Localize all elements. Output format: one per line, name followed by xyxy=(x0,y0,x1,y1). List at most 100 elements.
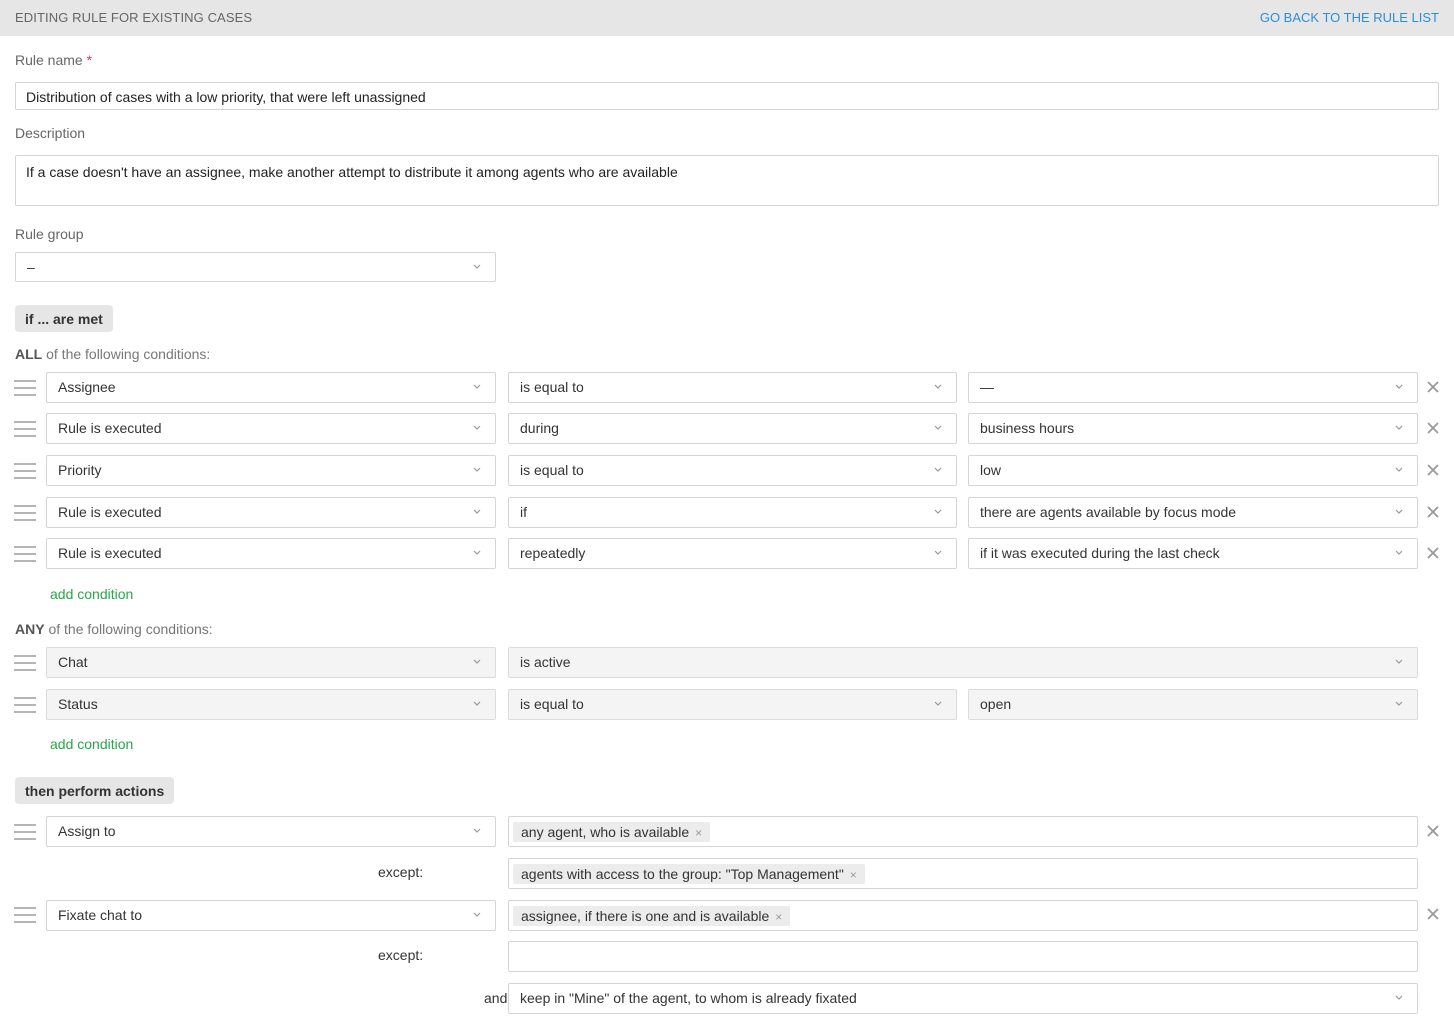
all-condition-value-select[interactable]: if it was executed during the last check xyxy=(968,538,1418,569)
fixate-chat-and-select[interactable]: keep in "Mine" of the agent, to whom is … xyxy=(508,983,1418,1014)
drag-handle-icon[interactable] xyxy=(14,505,36,523)
tag-remove-icon[interactable]: × xyxy=(775,910,782,924)
drag-handle-icon[interactable] xyxy=(14,655,36,673)
all-condition-operator-value: if xyxy=(520,504,527,520)
rule-name-input[interactable]: Distribution of cases with a low priorit… xyxy=(15,82,1439,110)
rule-name-value: Distribution of cases with a low priorit… xyxy=(26,89,426,105)
and-label: and xyxy=(484,990,508,1006)
drag-handle-icon[interactable] xyxy=(14,380,36,398)
any-condition-field-value: Chat xyxy=(58,654,88,670)
all-condition-operator-select[interactable]: repeatedly xyxy=(508,538,957,569)
add-condition-any-button[interactable]: add condition xyxy=(50,736,133,752)
all-condition-operator-select[interactable]: is equal to xyxy=(508,372,957,403)
any-condition-operator-value: is active xyxy=(520,654,571,670)
fixate-chat-tag-text: assignee, if there is one and is availab… xyxy=(521,908,770,924)
close-icon[interactable] xyxy=(1427,907,1441,921)
all-condition-value-select[interactable]: low xyxy=(968,455,1418,486)
any-condition-value-select[interactable]: open xyxy=(968,689,1418,720)
chevron-down-icon xyxy=(932,420,944,434)
rule-group-select[interactable]: – xyxy=(15,252,496,282)
all-condition-operator-select[interactable]: is equal to xyxy=(508,455,957,486)
all-condition-value: business hours xyxy=(980,420,1075,436)
all-condition-field-select[interactable]: Rule is executed xyxy=(46,413,496,444)
all-condition-operator-select[interactable]: if xyxy=(508,497,957,528)
except-tag-text: agents with access to the group: "Top Ma… xyxy=(521,866,844,882)
drag-handle-icon[interactable] xyxy=(14,824,36,842)
assign-to-tag-text: any agent, who is available xyxy=(521,824,690,840)
chevron-down-icon xyxy=(1393,379,1405,393)
all-condition-field-value: Rule is executed xyxy=(58,545,162,561)
tag-remove-icon[interactable]: × xyxy=(850,868,857,882)
chevron-down-icon xyxy=(932,545,944,559)
close-icon[interactable] xyxy=(1427,463,1441,477)
chevron-down-icon xyxy=(471,259,483,273)
close-icon[interactable] xyxy=(1427,421,1441,435)
chevron-down-icon xyxy=(471,462,483,476)
any-condition-operator-value: is equal to xyxy=(520,696,584,712)
any-condition-field-value: Status xyxy=(58,696,98,712)
all-condition-value-select[interactable]: — xyxy=(968,372,1418,403)
chevron-down-icon xyxy=(1393,545,1405,559)
assign-to-tag: any agent, who is available × xyxy=(513,822,711,842)
all-conditions-label: ALL of the following conditions: xyxy=(15,346,210,362)
any-condition-field-select[interactable]: Status xyxy=(46,689,496,720)
close-icon[interactable] xyxy=(1427,546,1441,560)
any-conditions-label: ANY of the following conditions: xyxy=(15,621,213,637)
drag-handle-icon[interactable] xyxy=(14,546,36,564)
chevron-down-icon xyxy=(1393,420,1405,434)
any-suffix: of the following conditions: xyxy=(44,621,213,637)
except-label: except: xyxy=(378,864,424,880)
all-condition-field-select[interactable]: Rule is executed xyxy=(46,538,496,569)
chevron-down-icon xyxy=(932,379,944,393)
chevron-down-icon xyxy=(471,696,483,710)
all-condition-value: low xyxy=(980,462,1002,478)
action-select-fixate-chat-to[interactable]: Fixate chat to xyxy=(46,900,496,931)
action-value: Fixate chat to xyxy=(58,907,143,923)
page-header: EDITING RULE FOR EXISTING CASES GO BACK … xyxy=(0,0,1454,36)
drag-handle-icon[interactable] xyxy=(14,907,36,925)
all-condition-field-value: Rule is executed xyxy=(58,504,162,520)
any-condition-operator-select[interactable]: is equal to xyxy=(508,689,957,720)
back-to-rule-list-link[interactable]: GO BACK TO THE RULE LIST xyxy=(1260,10,1439,25)
assign-to-except-input[interactable]: agents with access to the group: "Top Ma… xyxy=(508,858,1418,889)
drag-handle-icon[interactable] xyxy=(14,421,36,439)
close-icon[interactable] xyxy=(1427,380,1441,394)
all-condition-value-select[interactable]: business hours xyxy=(968,413,1418,444)
all-condition-value: — xyxy=(980,379,994,395)
all-condition-operator-value: is equal to xyxy=(520,462,584,478)
add-condition-all-button[interactable]: add condition xyxy=(50,586,133,602)
any-condition-field-select[interactable]: Chat xyxy=(46,647,496,678)
chevron-down-icon xyxy=(932,504,944,518)
any-condition-operator-select[interactable]: is active xyxy=(508,647,1418,678)
any-prefix: ANY xyxy=(15,621,45,637)
drag-handle-icon[interactable] xyxy=(14,697,36,715)
close-icon[interactable] xyxy=(1427,505,1441,519)
chevron-down-icon xyxy=(932,462,944,476)
all-condition-field-select[interactable]: Priority xyxy=(46,455,496,486)
action-select-assign-to[interactable]: Assign to xyxy=(46,816,496,847)
close-icon[interactable] xyxy=(1427,824,1441,838)
chevron-down-icon xyxy=(471,545,483,559)
assign-to-tags-input[interactable]: any agent, who is available × xyxy=(508,816,1418,847)
drag-handle-icon[interactable] xyxy=(14,463,36,481)
then-section-pill: then perform actions xyxy=(15,777,175,804)
all-prefix: ALL xyxy=(15,346,43,362)
fixate-chat-except-input[interactable] xyxy=(508,941,1418,972)
rule-name-label: Rule name * xyxy=(15,52,92,68)
all-condition-value-select[interactable]: there are agents available by focus mode xyxy=(968,497,1418,528)
action-value: Assign to xyxy=(58,823,116,839)
and-value: keep in "Mine" of the agent, to whom is … xyxy=(520,990,857,1006)
page-title: EDITING RULE FOR EXISTING CASES xyxy=(15,10,253,25)
all-condition-field-select[interactable]: Rule is executed xyxy=(46,497,496,528)
all-condition-field-select[interactable]: Assignee xyxy=(46,372,496,403)
except-tag: agents with access to the group: "Top Ma… xyxy=(513,864,865,884)
rule-group-value: – xyxy=(27,259,35,275)
chevron-down-icon xyxy=(471,420,483,434)
description-textarea[interactable]: If a case doesn't have an assignee, make… xyxy=(15,155,1439,206)
fixate-chat-tags-input[interactable]: assignee, if there is one and is availab… xyxy=(508,900,1418,931)
tag-remove-icon[interactable]: × xyxy=(695,826,702,840)
all-condition-operator-select[interactable]: during xyxy=(508,413,957,444)
except-label: except: xyxy=(378,947,424,963)
required-mark: * xyxy=(86,52,93,68)
all-condition-operator-value: is equal to xyxy=(520,379,584,395)
